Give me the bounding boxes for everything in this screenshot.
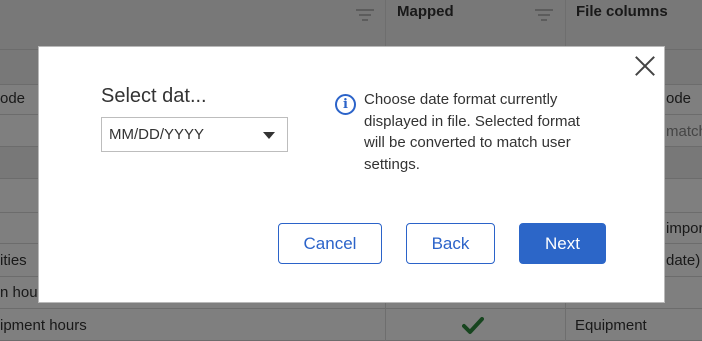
info-icon: i	[335, 94, 356, 115]
date-format-dialog: Select dat... MM/DD/YYYY i Choose date f…	[38, 46, 665, 303]
cancel-button[interactable]: Cancel	[278, 223, 382, 264]
info-message: Choose date format currently displayed i…	[364, 91, 580, 173]
date-format-select[interactable]: MM/DD/YYYY	[101, 117, 288, 152]
date-format-label: Select dat...	[101, 85, 207, 107]
date-format-value: MM/DD/YYYY	[109, 126, 205, 143]
next-button[interactable]: Next	[519, 223, 606, 264]
caret-down-icon	[263, 132, 275, 139]
close-icon[interactable]	[634, 55, 656, 77]
back-button[interactable]: Back	[406, 223, 495, 264]
